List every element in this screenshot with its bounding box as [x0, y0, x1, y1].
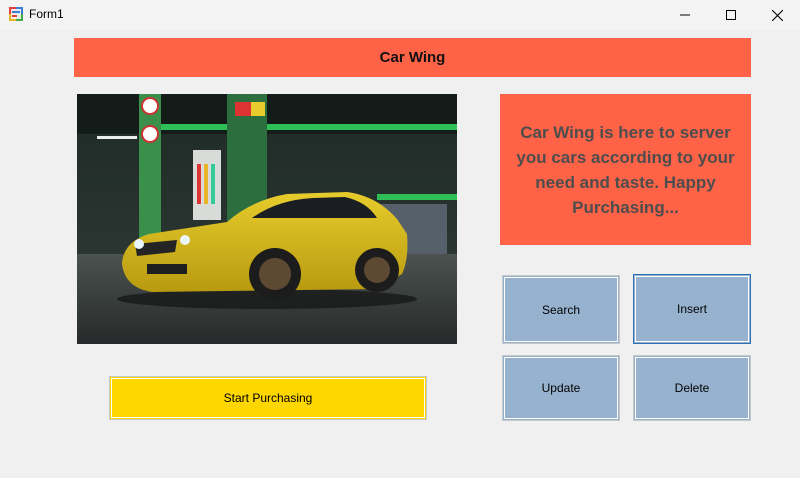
header-title: Car Wing [379, 49, 446, 66]
maximize-button[interactable] [708, 0, 754, 30]
car-image [77, 94, 457, 344]
close-button[interactable] [754, 0, 800, 30]
maximize-icon [726, 10, 736, 20]
minimize-button[interactable] [662, 0, 708, 30]
window-title: Form1 [29, 7, 64, 21]
header-label: Car Wing [74, 38, 751, 77]
minimize-icon [680, 14, 690, 16]
window-title-bar[interactable]: Form1 [0, 0, 800, 30]
search-button[interactable]: Search [502, 275, 620, 344]
update-button[interactable]: Update [502, 355, 620, 421]
info-text: Car Wing is here to server you cars acco… [516, 122, 735, 217]
info-panel: Car Wing is here to server you cars acco… [500, 94, 751, 245]
car-illustration [77, 94, 457, 344]
app-form-icon [9, 7, 23, 21]
insert-button[interactable]: Insert [633, 274, 751, 344]
close-icon [771, 9, 783, 21]
start-purchasing-button[interactable]: Start Purchasing [109, 376, 427, 420]
delete-button[interactable]: Delete [633, 355, 751, 421]
